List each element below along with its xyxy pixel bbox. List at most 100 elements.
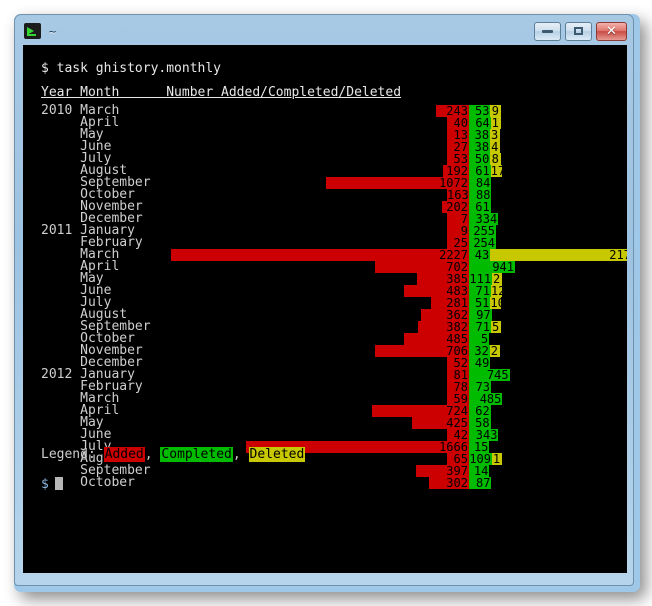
bar-added: 724 xyxy=(372,405,469,417)
bar-added: 65 xyxy=(447,453,469,465)
table-row: May3851112 xyxy=(23,273,627,285)
bar-completed: 61 xyxy=(469,201,491,213)
legend-swatch-completed: Completed xyxy=(160,447,232,462)
minimize-icon xyxy=(542,30,553,33)
bar-deleted: 2 xyxy=(490,345,500,357)
title-bar[interactable]: ~ ✕ xyxy=(15,15,633,45)
terminal-content: $ task ghistory.monthly Year Month Numbe… xyxy=(23,49,627,573)
bar-completed: 38 xyxy=(469,141,490,153)
bar-completed: 15 xyxy=(469,441,489,453)
bar-added: 485 xyxy=(404,333,469,345)
bar-deleted: 17 xyxy=(491,165,502,177)
table-row: April40641 xyxy=(23,117,627,129)
terminal-screen[interactable]: $ task ghistory.monthly Year Month Numbe… xyxy=(23,45,627,573)
bar-deleted: 4 xyxy=(490,141,500,153)
bar-deleted: 8 xyxy=(490,153,501,165)
table-row: April72462 xyxy=(23,405,627,417)
bar-completed: 254 xyxy=(469,237,496,249)
bar-completed: 5 xyxy=(469,333,489,345)
prompt-symbol: $ xyxy=(41,477,49,492)
table-row: June27384 xyxy=(23,141,627,153)
table-row: June42343 xyxy=(23,429,627,441)
bar-completed: 43 xyxy=(469,249,490,261)
shell-prompt[interactable]: $ xyxy=(41,477,63,493)
close-icon: ✕ xyxy=(606,25,617,38)
window-title: ~ xyxy=(48,25,57,38)
bar-completed: 71 xyxy=(469,321,491,333)
bar-added: 40 xyxy=(447,117,469,129)
bar-added: 53 xyxy=(447,153,469,165)
legend-swatch-added: Added xyxy=(104,447,145,462)
bar-added: 163 xyxy=(447,189,469,201)
bar-completed: 53 xyxy=(469,105,490,117)
bar-deleted: 1 xyxy=(491,117,501,129)
bar-deleted: 2175 xyxy=(490,249,627,261)
bar-added: 706 xyxy=(375,345,469,357)
bar-added: 81 xyxy=(447,369,469,381)
bar-added: 702 xyxy=(375,261,469,273)
bar-added: 397 xyxy=(416,465,469,477)
bar-deleted: 9 xyxy=(490,105,501,117)
close-button[interactable]: ✕ xyxy=(596,22,627,41)
bar-completed: 255 xyxy=(469,225,496,237)
table-row: May13383 xyxy=(23,129,627,141)
bar-added: 1072 xyxy=(326,177,469,189)
bar-completed: 87 xyxy=(469,477,491,489)
bar-completed: 64 xyxy=(469,117,491,129)
bar-deleted: 3 xyxy=(490,129,500,141)
bar-added: 25 xyxy=(447,237,469,249)
bar-added: 243 xyxy=(436,105,469,117)
bar-completed: 58 xyxy=(469,417,491,429)
bar-added: 362 xyxy=(421,309,469,321)
bar-deleted: 2 xyxy=(492,273,502,285)
table-row: May42558 xyxy=(23,417,627,429)
command-line: $ task ghistory.monthly xyxy=(41,61,221,77)
bar-deleted: 10 xyxy=(490,297,501,309)
bar-added: 27 xyxy=(447,141,469,153)
legend-sep-2: , xyxy=(233,447,249,462)
bar-completed: 84 xyxy=(469,177,491,189)
bar-added: 202 xyxy=(442,201,469,213)
bar-added: 281 xyxy=(431,297,469,309)
terminal-icon xyxy=(23,21,43,41)
bar-completed: 111 xyxy=(469,273,492,285)
bar-completed: 485 xyxy=(469,393,502,405)
bar-added: 7 xyxy=(447,213,469,225)
title-bar-left: ~ xyxy=(23,21,534,41)
legend-sep-1: , xyxy=(145,447,161,462)
bar-completed: 32 xyxy=(469,345,490,357)
text-cursor xyxy=(55,477,63,490)
maximize-button[interactable] xyxy=(565,22,592,41)
bar-completed: 97 xyxy=(469,309,492,321)
bar-deleted: 5 xyxy=(491,321,501,333)
bar-completed: 62 xyxy=(469,405,491,417)
bar-added: 2227 xyxy=(171,249,469,261)
bar-added: 78 xyxy=(447,381,469,393)
bar-completed: 61 xyxy=(469,165,491,177)
screenshot-root: ~ ✕ $ task ghistory.monthly Year Month N… xyxy=(0,0,652,606)
bar-completed: 38 xyxy=(469,129,490,141)
table-row: October30287 xyxy=(23,477,627,489)
legend-swatch-deleted: Deleted xyxy=(249,447,306,462)
terminal-window: ~ ✕ $ task ghistory.monthly Year Month N… xyxy=(14,14,634,586)
bar-deleted: 1 xyxy=(492,453,502,465)
bar-completed: 71 xyxy=(469,285,491,297)
table-header: Year Month Number Added/Completed/Delete… xyxy=(41,85,401,101)
table-row: June4837112 xyxy=(23,285,627,297)
bar-added: 483 xyxy=(404,285,469,297)
bar-completed: 14 xyxy=(469,465,489,477)
legend: Legend: Added, Completed, Deleted xyxy=(41,447,305,463)
bar-completed: 941 xyxy=(469,261,515,273)
bar-added: 13 xyxy=(447,129,469,141)
bar-added: 302 xyxy=(429,477,469,489)
window-controls: ✕ xyxy=(534,22,629,41)
bar-completed: 50 xyxy=(469,153,490,165)
legend-prefix: Legend: xyxy=(41,447,104,462)
bar-completed: 51 xyxy=(469,297,490,309)
minimize-button[interactable] xyxy=(534,22,561,41)
bar-added: 382 xyxy=(418,321,469,333)
bar-added: 192 xyxy=(443,165,469,177)
bar-completed: 343 xyxy=(469,429,498,441)
bar-completed: 73 xyxy=(469,381,491,393)
bar-added: 385 xyxy=(417,273,469,285)
